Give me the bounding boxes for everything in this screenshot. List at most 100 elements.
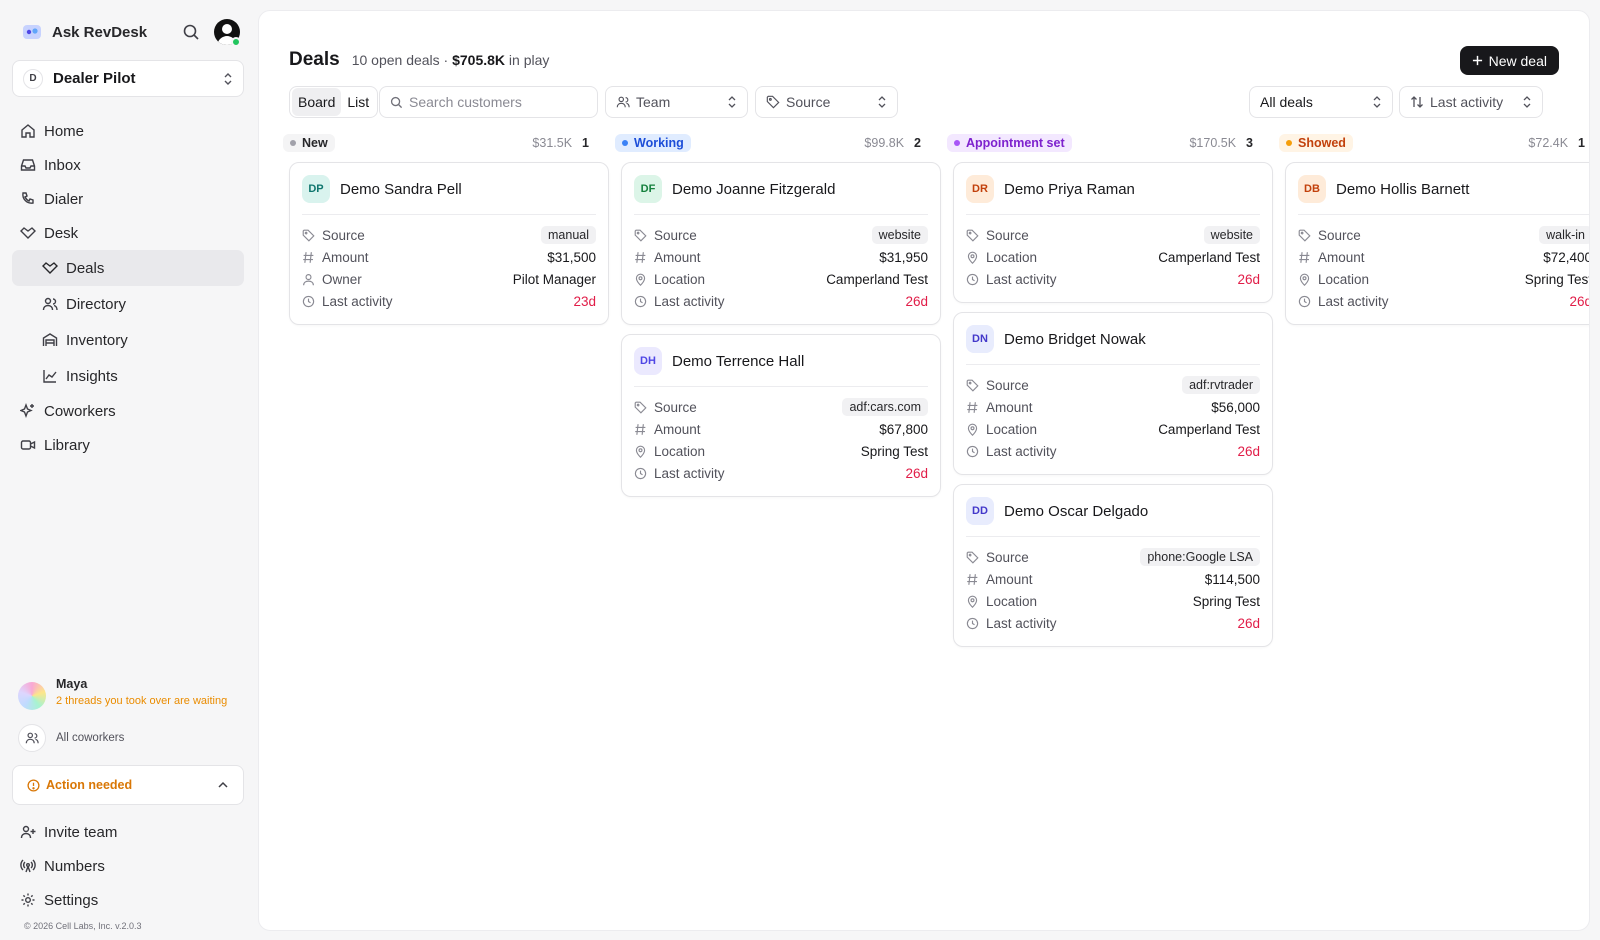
nav-desk-label: Desk [44, 224, 79, 242]
nav-directory[interactable]: Directory [12, 286, 244, 322]
warehouse-icon [42, 333, 58, 346]
customer-name: Demo Oscar Delgado [1004, 502, 1149, 520]
deal-card[interactable]: DR Demo Priya Raman Source website Location C… [953, 162, 1273, 303]
gear-icon [21, 893, 35, 907]
line-chart-icon [43, 370, 57, 383]
nav-home-label: Home [44, 122, 85, 140]
customer-name: Demo Hollis Barnett [1336, 180, 1470, 198]
field-value: Camperland Test [1158, 249, 1260, 265]
deal-field-row: Last activity 26d [634, 462, 928, 484]
nav-settings[interactable]: Settings [12, 883, 244, 917]
field-label: Amount [322, 249, 369, 265]
all-coworkers-link[interactable]: All coworkers [18, 724, 124, 752]
list-view-tab[interactable]: List [341, 88, 375, 116]
chevron-up-icon[interactable] [217, 781, 229, 789]
stage-dot [622, 140, 628, 146]
clock-icon [1298, 295, 1311, 307]
hash-icon [967, 401, 978, 413]
deal-field-row: Source phone:Google LSA [966, 546, 1260, 568]
stage-badge: New [283, 134, 335, 152]
deal-field-row: Last activity 23d [302, 290, 596, 312]
hash-icon [967, 573, 978, 585]
source-chip: adf:rvtrader [1182, 376, 1260, 394]
deal-card-header: DD Demo Oscar Delgado [966, 497, 1260, 537]
nav-inbox[interactable]: Inbox [12, 148, 244, 182]
deal-card[interactable]: DD Demo Oscar Delgado Source phone:Google L… [953, 484, 1273, 647]
users-icon [18, 724, 46, 752]
nav-insights[interactable]: Insights [12, 358, 244, 394]
sidebar: Ask RevDesk D Dealer Pilot Home Inbox Di… [0, 0, 256, 940]
pin-icon [1299, 273, 1310, 286]
board-view-tab[interactable]: Board [292, 88, 342, 116]
deal-field-row: Amount $114,500 [966, 568, 1260, 590]
nav-dialer[interactable]: Dialer [12, 182, 244, 216]
deal-field-row: Source adf:cars.com [634, 396, 928, 418]
column-header: Appointment set $170.5K 3 [947, 133, 1265, 153]
nav-numbers[interactable]: Numbers [12, 849, 244, 883]
stage-badge: Working [615, 134, 691, 152]
deal-field-row: Last activity 26d [966, 440, 1260, 462]
deal-card[interactable]: DN Demo Bridget Nowak Source adf:rvtrader Am… [953, 312, 1273, 475]
search-icon[interactable] [182, 23, 200, 41]
field-value: Spring Test [860, 443, 928, 459]
deal-column: New $31.5K 1 DP Demo Sandra Pell Source manual… [283, 133, 609, 325]
deal-card[interactable]: DH Demo Terrence Hall Source adf:cars.com Am… [621, 334, 941, 497]
deal-field-row: Amount $31,500 [302, 246, 596, 268]
amount-in-play: $705.8K [452, 52, 506, 68]
new-deal-button[interactable]: New deal [1459, 46, 1559, 75]
pin-icon [967, 595, 978, 608]
pin-icon [635, 273, 646, 286]
deal-field-row: Amount $67,800 [634, 418, 928, 440]
deal-column: Showed $72.4K 1 DB Demo Hollis Barnett Source… [1279, 133, 1589, 325]
tag-icon [302, 229, 315, 242]
last-activity-value: 26d [1237, 615, 1260, 631]
field-label: Amount [654, 249, 701, 265]
field-label: Location [654, 271, 706, 287]
last-activity-value: 23d [573, 293, 596, 309]
customer-name: Demo Bridget Nowak [1004, 330, 1146, 348]
field-value: Spring Test [1192, 593, 1260, 609]
customer-initials: DD [966, 497, 994, 525]
nav-home[interactable]: Home [12, 114, 244, 148]
last-activity-value: 26d [905, 293, 928, 309]
all-deals-select[interactable]: All deals [1249, 86, 1393, 118]
nav-numbers-label: Numbers [44, 857, 105, 875]
field-label: Source [322, 227, 365, 243]
field-label: Amount [986, 399, 1033, 415]
field-label: Last activity [1318, 293, 1389, 309]
nav-settings-label: Settings [44, 891, 99, 909]
column-amount: $99.8K [864, 136, 905, 150]
tag-icon [966, 229, 979, 242]
field-value: $114,500 [1204, 571, 1260, 587]
action-needed-panel[interactable]: Action needed [12, 765, 244, 805]
tag-icon [966, 551, 979, 564]
in-play-suffix: in play [505, 52, 550, 68]
assistant-status[interactable]: Maya 2 threads you took over are waiting [18, 677, 227, 710]
deal-card[interactable]: DP Demo Sandra Pell Source manual Amount $31,… [289, 162, 609, 325]
deal-card[interactable]: DF Demo Joanne Fitzgerald Source website Amo… [621, 162, 941, 325]
workspace-initial: D [23, 68, 43, 89]
nav-inventory[interactable]: Inventory [12, 322, 244, 358]
clock-icon [634, 467, 647, 479]
deal-column: Working $99.8K 2 DF Demo Joanne Fitzgerald So… [615, 133, 941, 497]
field-value: $31,500 [547, 249, 596, 265]
workspace-switcher[interactable]: D Dealer Pilot [12, 60, 244, 97]
tag-icon [634, 401, 647, 414]
deal-field-row: Last activity 26d [966, 612, 1260, 634]
workspace-name: Dealer Pilot [53, 70, 136, 87]
deal-card[interactable]: DB Demo Hollis Barnett Source walk-in Amount… [1285, 162, 1589, 325]
team-select[interactable]: Team [605, 86, 748, 118]
nav-invite-team[interactable]: Invite team [12, 815, 244, 849]
nav-desk[interactable]: Desk [12, 216, 244, 250]
nav-coworkers[interactable]: Coworkers [12, 394, 244, 428]
nav-deals[interactable]: Deals [12, 250, 244, 286]
nav-library[interactable]: Library [12, 428, 244, 462]
stage-label: Working [634, 136, 684, 150]
nav-inbox-label: Inbox [44, 156, 81, 174]
source-select[interactable]: Source [755, 86, 898, 118]
chevron-updown-icon [878, 96, 886, 108]
brand[interactable]: Ask RevDesk [22, 20, 147, 44]
field-label: Amount [986, 571, 1033, 587]
sort-select[interactable]: Last activity [1399, 86, 1543, 118]
search-customers-input[interactable]: Search customers [379, 86, 598, 118]
